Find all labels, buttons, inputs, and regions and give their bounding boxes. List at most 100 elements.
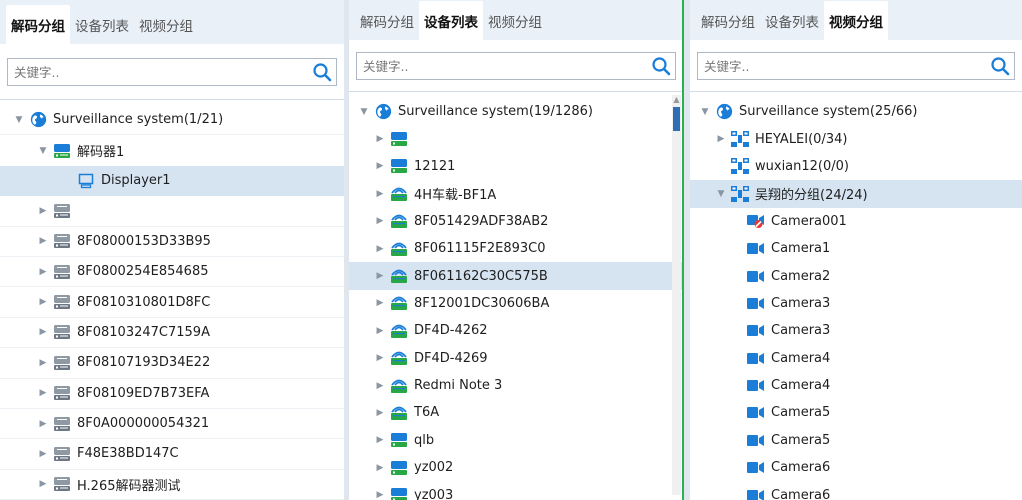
collapse-arrow-icon[interactable]: ▶ (36, 388, 50, 398)
tree-node[interactable]: ▼ 解码器1 (0, 135, 344, 165)
tree-node[interactable]: ▶ H.265解码器测试 (0, 470, 344, 500)
tree-node[interactable]: Camera6 (690, 481, 1022, 500)
collapse-arrow-icon[interactable]: ▶ (373, 381, 387, 391)
tree-node[interactable]: Camera4 (690, 372, 1022, 399)
tree-node[interactable]: ▶ 8F08000153D33B95 (0, 227, 344, 257)
tree-node[interactable]: ▶ 8F0800254E854685 (0, 257, 344, 288)
collapse-arrow-icon[interactable]: ▶ (36, 206, 50, 216)
collapse-arrow-icon[interactable]: ▶ (373, 244, 387, 254)
collapse-arrow-icon[interactable]: ▶ (373, 463, 387, 473)
tree-node[interactable]: Camera4 (690, 345, 1022, 372)
decoder-offline-icon (52, 232, 72, 250)
search-icon[interactable] (986, 52, 1014, 80)
tree-node[interactable]: Camera1 (690, 235, 1022, 262)
tree-node[interactable]: ▶ 8F12001DC30606BA (349, 290, 683, 317)
collapse-arrow-icon[interactable]: ▶ (373, 408, 387, 418)
search-icon[interactable] (308, 58, 336, 86)
tree-node[interactable]: ▶ DF4D-4269 (349, 345, 683, 372)
tree-node[interactable]: ▶ 8F08107193D34E22 (0, 348, 344, 379)
tab-decoder-group[interactable]: 解码分组 (355, 11, 419, 40)
decoder-offline-icon (52, 384, 72, 402)
collapse-arrow-icon[interactable]: ▶ (373, 353, 387, 363)
search-input[interactable]: 关键字.. (698, 56, 986, 75)
tree-node[interactable]: ▶ 8F061162C30C575B (349, 262, 683, 290)
collapse-arrow-icon[interactable]: ▶ (373, 134, 387, 144)
tree-node[interactable]: ▶ 8F08103247C7159A (0, 318, 344, 349)
tree-node[interactable]: Camera5 (690, 427, 1022, 454)
collapse-arrow-icon[interactable]: ▶ (36, 449, 50, 459)
tree-node[interactable]: ▼ 吴翔的分组(24/24) (690, 180, 1022, 208)
tab-video-group[interactable]: 视频分组 (134, 15, 198, 44)
tree-node[interactable]: ▶ 8F0A000000054321 (0, 409, 344, 440)
expand-arrow-icon[interactable]: ▼ (357, 107, 371, 117)
collapse-arrow-icon[interactable]: ▶ (36, 297, 50, 307)
collapse-arrow-icon[interactable]: ▶ (373, 326, 387, 336)
tree-node[interactable]: ▶ 4H车载-BF1A (349, 180, 683, 207)
collapse-arrow-icon[interactable]: ▶ (373, 298, 387, 308)
tree-node[interactable]: Camera3 (690, 290, 1022, 317)
collapse-arrow-icon[interactable]: ▶ (373, 490, 387, 500)
tree-node[interactable]: Camera5 (690, 399, 1022, 426)
tab-device-list[interactable]: 设备列表 (419, 1, 483, 40)
tree-node[interactable]: Displayer1 (0, 165, 344, 197)
collapse-arrow-icon[interactable]: ▶ (373, 161, 387, 171)
collapse-arrow-icon[interactable]: ▶ (373, 271, 387, 281)
expand-arrow-icon[interactable]: ▼ (12, 115, 26, 125)
tree-node[interactable]: ▼ Surveillance system(1/21) (0, 105, 344, 136)
tree-node[interactable]: ▶ 8F08109ED7B73EFA (0, 379, 344, 409)
tab-decoder-group[interactable]: 解码分组 (696, 11, 760, 40)
collapse-arrow-icon[interactable]: ▶ (36, 267, 50, 277)
collapse-arrow-icon[interactable]: ▶ (373, 216, 387, 226)
tree-node[interactable]: ▶ 8F051429ADF38AB2 (349, 208, 683, 235)
expand-arrow-icon[interactable]: ▼ (698, 107, 712, 117)
tab-video-group[interactable]: 视频分组 (824, 1, 888, 40)
tree-node[interactable]: Camera6 (690, 454, 1022, 481)
tree-node[interactable]: ▶ F48E38BD147C (0, 439, 344, 470)
expand-arrow-icon[interactable]: ▼ (36, 146, 50, 156)
tree-node[interactable]: ▶ 8F0810310801D8FC (0, 287, 344, 318)
search-input[interactable]: 关键字.. (357, 56, 647, 75)
collapse-arrow-icon[interactable]: ▶ (373, 435, 387, 445)
search-icon[interactable] (647, 52, 675, 80)
video-group-panel: 解码分组 设备列表 视频分组 关键字.. ▼ Surveillance syste… (690, 0, 1022, 500)
tree-node[interactable]: wuxian12(0/0) (690, 153, 1022, 180)
tree-node-label: 8F08109ED7B73EFA (77, 385, 210, 401)
scroll-up-icon[interactable]: ▲ (672, 95, 681, 105)
vertical-scrollbar[interactable]: ▲ (672, 95, 681, 495)
collapse-arrow-icon[interactable]: ▶ (714, 134, 728, 144)
tab-device-list[interactable]: 设备列表 (70, 15, 134, 44)
scrollbar-thumb[interactable] (673, 107, 680, 131)
tree-node[interactable]: ▶ 12121 (349, 153, 683, 180)
device-tree: ▼ Surveillance system(19/1286) ▶ ▶ 12121 ▶ 4H车… (349, 92, 683, 500)
tree-node[interactable]: Camera2 (690, 262, 1022, 289)
tree-node[interactable]: ▶ HEYALEI(0/34) (690, 125, 1022, 152)
tree-node[interactable]: Camera001 (690, 208, 1022, 235)
tab-device-list[interactable]: 设备列表 (760, 11, 824, 40)
tree-node[interactable]: ▶ yz002 (349, 454, 683, 481)
tree-node-label: H.265解码器测试 (77, 478, 181, 494)
collapse-arrow-icon[interactable]: ▶ (36, 236, 50, 246)
tree-node[interactable]: ▶ (0, 196, 344, 227)
tree-node[interactable]: ▶ qlb (349, 427, 683, 454)
tree-node[interactable]: ▶ yz003 (349, 481, 683, 500)
collapse-arrow-icon[interactable]: ▶ (36, 358, 50, 368)
collapse-arrow-icon[interactable]: ▶ (373, 189, 387, 199)
collapse-arrow-icon[interactable]: ▶ (36, 419, 50, 429)
tree-node[interactable]: ▶ T6A (349, 399, 683, 426)
search-box: 关键字.. (7, 57, 337, 86)
tree-node[interactable]: ▶ DF4D-4262 (349, 317, 683, 344)
tab-video-group[interactable]: 视频分组 (483, 11, 547, 40)
tree-node[interactable]: ▼ Surveillance system(19/1286) (349, 98, 683, 125)
tree-node[interactable]: ▶ 8F061115F2E893C0 (349, 235, 683, 262)
tab-decoder-group[interactable]: 解码分组 (6, 5, 70, 44)
tree-node[interactable]: ▶ (349, 125, 683, 152)
collapse-arrow-icon[interactable]: ▶ (36, 327, 50, 337)
search-input[interactable]: 关键字.. (8, 62, 308, 81)
decoder-offline-icon (52, 263, 72, 281)
tree-node[interactable]: ▼ Surveillance system(25/66) (690, 98, 1022, 125)
expand-arrow-icon[interactable]: ▼ (714, 189, 728, 199)
collapse-arrow-icon[interactable]: ▶ (36, 479, 50, 489)
tree-node-label: Camera4 (771, 378, 831, 394)
tree-node[interactable]: Camera3 (690, 317, 1022, 344)
tree-node[interactable]: ▶ Redmi Note 3 (349, 372, 683, 399)
